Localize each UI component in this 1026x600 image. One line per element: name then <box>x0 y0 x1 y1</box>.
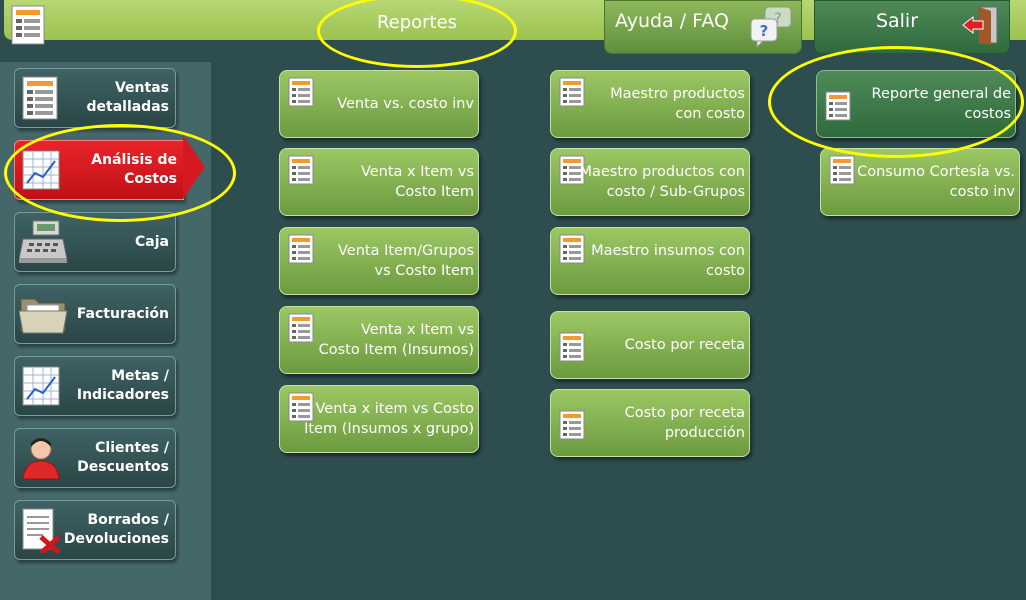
sidebar-item-analisis-costos[interactable]: Análisis de Costos <box>14 140 184 200</box>
help-faq-button[interactable]: Ayuda / FAQ ? ? <box>604 0 802 54</box>
report-label: Consumo Cortesía vs. costo inv <box>857 164 1015 200</box>
sidebar-item-label: Metas / Indicadores <box>76 368 169 403</box>
sidebar-item-label: Ventas detalladas <box>86 80 169 115</box>
report-label: Maestro productos con costo <box>610 86 745 122</box>
report-venta-item-vs-costo-insumos-grupo[interactable]: Venta x item vs Costo Item (Insumos x gr… <box>279 385 479 453</box>
sidebar-item-borrados-devoluciones[interactable]: Borrados / Devoluciones <box>14 500 176 560</box>
report-costo-por-receta-produccion[interactable]: Costo por receta producción <box>550 389 750 457</box>
report-label: Venta x item vs Costo Item (Insumos x gr… <box>304 401 474 437</box>
sidebar-item-ventas-detalladas[interactable]: Ventas detalladas <box>14 68 176 128</box>
help-faq-label: Ayuda / FAQ <box>615 10 729 32</box>
report-label: Venta x Item vs Costo Item (Insumos) <box>318 322 474 358</box>
report-label: Costo por receta producción <box>624 405 745 441</box>
report-maestro-productos-subgrupos[interactable]: Maestro productos con costo / Sub-Grupos <box>550 148 750 216</box>
report-document-icon <box>19 75 63 125</box>
sidebar-item-label: Facturación <box>76 305 169 322</box>
report-maestro-insumos-costo[interactable]: Maestro insumos con costo <box>550 227 750 295</box>
sidebar-item-label: Clientes / Descuentos <box>77 440 169 475</box>
report-general-costos[interactable]: Reporte general de costos <box>816 70 1016 138</box>
exit-label: Salir <box>875 10 919 32</box>
report-label: Reporte general de costos <box>871 86 1011 122</box>
svg-text:?: ? <box>760 22 769 40</box>
sidebar: Ventas detalladas Análisis de Costos Caj… <box>0 62 211 600</box>
active-arrow-pointer <box>183 135 205 199</box>
report-label: Costo por receta <box>624 337 745 353</box>
report-maestro-productos-costo[interactable]: Maestro productos con costo <box>550 70 750 138</box>
report-label: Venta Item/Grupos vs Costo Item <box>338 243 474 279</box>
sidebar-item-facturacion[interactable]: Facturación <box>14 284 176 344</box>
report-label: Venta vs. costo inv <box>337 96 474 112</box>
report-label: Venta x Item vs Costo Item <box>360 164 474 200</box>
report-venta-item-vs-costo-item[interactable]: Venta x Item vs Costo Item <box>279 148 479 216</box>
report-venta-item-vs-costo-insumos[interactable]: Venta x Item vs Costo Item (Insumos) <box>279 306 479 374</box>
exit-door-icon <box>961 5 1001 50</box>
report-consumo-cortesia-vs-costo-inv[interactable]: Consumo Cortesía vs. costo inv <box>820 148 1020 216</box>
delete-document-icon <box>19 507 63 557</box>
user-person-icon <box>19 435 63 485</box>
top-bar: Reportes Ayuda / FAQ ? ? Salir <box>0 0 1026 54</box>
sidebar-item-metas-indicadores[interactable]: Metas / Indicadores <box>14 356 176 416</box>
report-venta-vs-costo-inv[interactable]: Venta vs. costo inv <box>279 70 479 138</box>
exit-button[interactable]: Salir <box>814 0 1010 54</box>
sidebar-item-clientes-descuentos[interactable]: Clientes / Descuentos <box>14 428 176 488</box>
report-label: Maestro productos con costo / Sub-Grupos <box>579 164 745 200</box>
sidebar-item-label: Análisis de Costos <box>91 152 177 187</box>
spreadsheet-chart-icon <box>19 363 63 413</box>
report-costo-por-receta[interactable]: Costo por receta <box>550 311 750 379</box>
page-title[interactable]: Reportes <box>342 6 492 40</box>
report-logo-icon <box>6 2 50 46</box>
help-bubble-icon: ? ? <box>749 5 793 54</box>
sidebar-item-caja[interactable]: Caja <box>14 212 176 272</box>
sidebar-item-label: Borrados / Devoluciones <box>63 512 169 547</box>
report-label: Maestro insumos con costo <box>591 243 745 279</box>
spreadsheet-chart-icon <box>19 147 63 197</box>
report-venta-item-grupos-vs-costo-item[interactable]: Venta Item/Grupos vs Costo Item <box>279 227 479 295</box>
sidebar-item-label: Caja <box>135 233 169 250</box>
